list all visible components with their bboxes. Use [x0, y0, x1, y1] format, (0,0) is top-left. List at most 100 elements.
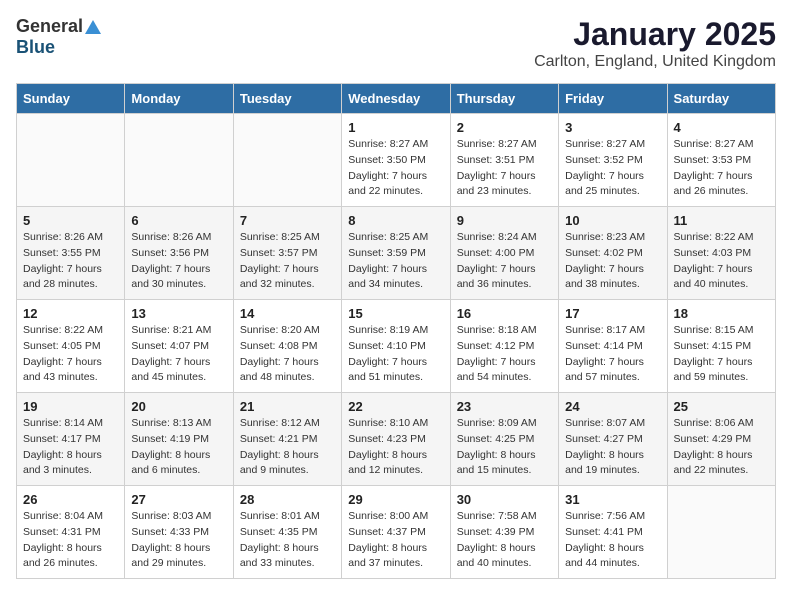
day-number: 12 [23, 306, 118, 321]
day-number: 19 [23, 399, 118, 414]
calendar-day: 1 Sunrise: 8:27 AM Sunset: 3:50 PM Daylig… [342, 114, 450, 207]
calendar-day: 7 Sunrise: 8:25 AM Sunset: 3:57 PM Daylig… [233, 207, 341, 300]
day-number: 1 [348, 120, 443, 135]
day-info: Sunrise: 8:20 AM Sunset: 4:08 PM Dayligh… [240, 323, 335, 386]
calendar-day: 27 Sunrise: 8:03 AM Sunset: 4:33 PM Dayli… [125, 486, 233, 579]
header-cell-tuesday: Tuesday [233, 84, 341, 114]
header-cell-friday: Friday [559, 84, 667, 114]
header-cell-monday: Monday [125, 84, 233, 114]
day-info: Sunrise: 8:10 AM Sunset: 4:23 PM Dayligh… [348, 416, 443, 479]
calendar-day [17, 114, 125, 207]
header-cell-sunday: Sunday [17, 84, 125, 114]
day-number: 26 [23, 492, 118, 507]
header-cell-thursday: Thursday [450, 84, 558, 114]
header: General Blue January 2025 Carlton, Engla… [16, 16, 776, 71]
day-number: 24 [565, 399, 660, 414]
calendar-day: 24 Sunrise: 8:07 AM Sunset: 4:27 PM Dayli… [559, 393, 667, 486]
calendar-day: 9 Sunrise: 8:24 AM Sunset: 4:00 PM Daylig… [450, 207, 558, 300]
calendar-day: 20Sunrise: 8:13 AM Sunset: 4:19 PM Dayli… [125, 393, 233, 486]
day-number: 29 [348, 492, 443, 507]
day-info: Sunrise: 8:12 AM Sunset: 4:21 PM Dayligh… [240, 416, 335, 479]
calendar-day: 13Sunrise: 8:21 AM Sunset: 4:07 PM Dayli… [125, 300, 233, 393]
day-number: 3 [565, 120, 660, 135]
day-info: Sunrise: 8:26 AM Sunset: 3:55 PM Dayligh… [23, 230, 118, 293]
day-number: 7 [240, 213, 335, 228]
calendar-day: 16 Sunrise: 8:18 AM Sunset: 4:12 PM Dayli… [450, 300, 558, 393]
calendar-day: 15 Sunrise: 8:19 AM Sunset: 4:10 PM Dayli… [342, 300, 450, 393]
day-info: Sunrise: 8:27 AM Sunset: 3:51 PM Dayligh… [457, 137, 552, 200]
calendar-day: 22 Sunrise: 8:10 AM Sunset: 4:23 PM Dayli… [342, 393, 450, 486]
day-info: Sunrise: 8:07 AM Sunset: 4:27 PM Dayligh… [565, 416, 660, 479]
calendar-day [233, 114, 341, 207]
day-info: Sunrise: 8:24 AM Sunset: 4:00 PM Dayligh… [457, 230, 552, 293]
week-row: 26Sunrise: 8:04 AM Sunset: 4:31 PM Dayli… [17, 486, 776, 579]
day-number: 18 [674, 306, 769, 321]
calendar-day: 31Sunrise: 7:56 AM Sunset: 4:41 PM Dayli… [559, 486, 667, 579]
day-info: Sunrise: 8:27 AM Sunset: 3:53 PM Dayligh… [674, 137, 769, 200]
day-number: 25 [674, 399, 769, 414]
day-number: 27 [131, 492, 226, 507]
week-row: 5 Sunrise: 8:26 AM Sunset: 3:55 PM Daylig… [17, 207, 776, 300]
day-info: Sunrise: 8:25 AM Sunset: 3:59 PM Dayligh… [348, 230, 443, 293]
calendar-day: 28 Sunrise: 8:01 AM Sunset: 4:35 PM Dayli… [233, 486, 341, 579]
day-info: Sunrise: 8:22 AM Sunset: 4:05 PM Dayligh… [23, 323, 118, 386]
calendar-day: 11 Sunrise: 8:22 AM Sunset: 4:03 PM Dayli… [667, 207, 775, 300]
day-number: 14 [240, 306, 335, 321]
day-info: Sunrise: 8:22 AM Sunset: 4:03 PM Dayligh… [674, 230, 769, 293]
day-info: Sunrise: 8:23 AM Sunset: 4:02 PM Dayligh… [565, 230, 660, 293]
calendar-day: 4 Sunrise: 8:27 AM Sunset: 3:53 PM Daylig… [667, 114, 775, 207]
day-info: Sunrise: 8:15 AM Sunset: 4:15 PM Dayligh… [674, 323, 769, 386]
day-number: 15 [348, 306, 443, 321]
header-row: SundayMondayTuesdayWednesdayThursdayFrid… [17, 84, 776, 114]
logo-blue: Blue [16, 37, 55, 58]
calendar-day: 10 Sunrise: 8:23 AM Sunset: 4:02 PM Dayli… [559, 207, 667, 300]
calendar-day: 2 Sunrise: 8:27 AM Sunset: 3:51 PM Daylig… [450, 114, 558, 207]
day-info: Sunrise: 8:03 AM Sunset: 4:33 PM Dayligh… [131, 509, 226, 572]
calendar-day [125, 114, 233, 207]
day-info: Sunrise: 8:06 AM Sunset: 4:29 PM Dayligh… [674, 416, 769, 479]
day-info: Sunrise: 7:56 AM Sunset: 4:41 PM Dayligh… [565, 509, 660, 572]
day-number: 11 [674, 213, 769, 228]
day-number: 22 [348, 399, 443, 414]
calendar-day: 12 Sunrise: 8:22 AM Sunset: 4:05 PM Dayli… [17, 300, 125, 393]
calendar-table: SundayMondayTuesdayWednesdayThursdayFrid… [16, 83, 776, 579]
day-info: Sunrise: 8:09 AM Sunset: 4:25 PM Dayligh… [457, 416, 552, 479]
day-info: Sunrise: 8:26 AM Sunset: 3:56 PM Dayligh… [131, 230, 226, 293]
calendar-day: 29Sunrise: 8:00 AM Sunset: 4:37 PM Dayli… [342, 486, 450, 579]
day-number: 9 [457, 213, 552, 228]
calendar-day: 23Sunrise: 8:09 AM Sunset: 4:25 PM Dayli… [450, 393, 558, 486]
logo-general: General [16, 16, 83, 37]
week-row: 12 Sunrise: 8:22 AM Sunset: 4:05 PM Dayli… [17, 300, 776, 393]
day-number: 21 [240, 399, 335, 414]
day-info: Sunrise: 8:01 AM Sunset: 4:35 PM Dayligh… [240, 509, 335, 572]
day-info: Sunrise: 8:27 AM Sunset: 3:52 PM Dayligh… [565, 137, 660, 200]
logo-triangle-icon [85, 20, 101, 34]
day-number: 2 [457, 120, 552, 135]
day-number: 10 [565, 213, 660, 228]
calendar-day: 18 Sunrise: 8:15 AM Sunset: 4:15 PM Dayli… [667, 300, 775, 393]
day-number: 8 [348, 213, 443, 228]
week-row: 19 Sunrise: 8:14 AM Sunset: 4:17 PM Dayli… [17, 393, 776, 486]
calendar-day: 17Sunrise: 8:17 AM Sunset: 4:14 PM Dayli… [559, 300, 667, 393]
day-info: Sunrise: 8:18 AM Sunset: 4:12 PM Dayligh… [457, 323, 552, 386]
day-info: Sunrise: 8:13 AM Sunset: 4:19 PM Dayligh… [131, 416, 226, 479]
calendar-day: 26Sunrise: 8:04 AM Sunset: 4:31 PM Dayli… [17, 486, 125, 579]
calendar-day [667, 486, 775, 579]
calendar-day: 5 Sunrise: 8:26 AM Sunset: 3:55 PM Daylig… [17, 207, 125, 300]
calendar-title: January 2025 [534, 16, 776, 53]
day-info: Sunrise: 8:27 AM Sunset: 3:50 PM Dayligh… [348, 137, 443, 200]
header-cell-wednesday: Wednesday [342, 84, 450, 114]
day-info: Sunrise: 8:17 AM Sunset: 4:14 PM Dayligh… [565, 323, 660, 386]
day-info: Sunrise: 7:58 AM Sunset: 4:39 PM Dayligh… [457, 509, 552, 572]
day-info: Sunrise: 8:19 AM Sunset: 4:10 PM Dayligh… [348, 323, 443, 386]
day-info: Sunrise: 8:25 AM Sunset: 3:57 PM Dayligh… [240, 230, 335, 293]
day-number: 28 [240, 492, 335, 507]
day-number: 5 [23, 213, 118, 228]
header-cell-saturday: Saturday [667, 84, 775, 114]
calendar-day: 14 Sunrise: 8:20 AM Sunset: 4:08 PM Dayli… [233, 300, 341, 393]
day-info: Sunrise: 8:14 AM Sunset: 4:17 PM Dayligh… [23, 416, 118, 479]
week-row: 1 Sunrise: 8:27 AM Sunset: 3:50 PM Daylig… [17, 114, 776, 207]
day-number: 13 [131, 306, 226, 321]
day-number: 16 [457, 306, 552, 321]
day-number: 4 [674, 120, 769, 135]
